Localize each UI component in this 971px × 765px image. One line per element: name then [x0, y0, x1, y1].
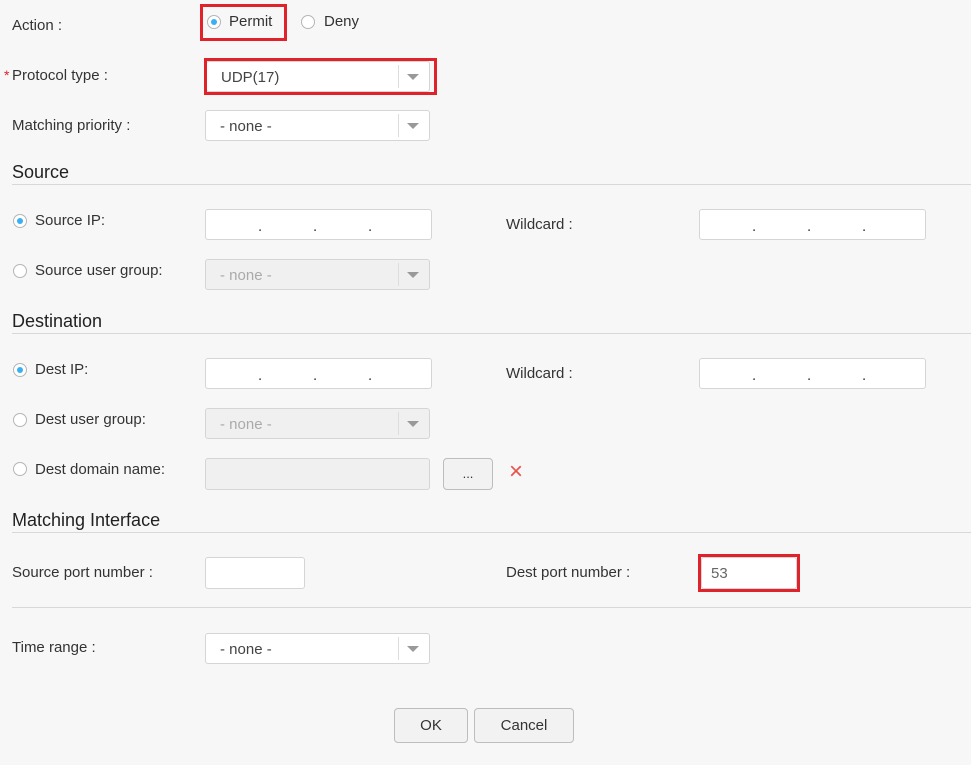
dest-domain-browse-button[interactable]: ...: [443, 458, 493, 490]
source-user-group-select[interactable]: - none -: [205, 259, 430, 290]
dest-domain-input[interactable]: [205, 458, 430, 490]
dest-ip-radio[interactable]: [13, 363, 27, 377]
dest-wildcard-input[interactable]: . . .: [699, 358, 926, 389]
source-divider: [12, 184, 971, 185]
ip-dot: .: [807, 367, 812, 384]
source-ip-label[interactable]: Source IP:: [35, 212, 105, 229]
ip-dot: .: [258, 218, 263, 235]
dest-ip-label[interactable]: Dest IP:: [35, 361, 88, 378]
chevron-down-icon: [407, 272, 419, 278]
source-port-input[interactable]: [205, 557, 305, 589]
deny-label[interactable]: Deny: [324, 13, 359, 30]
ip-dot: .: [313, 367, 318, 384]
ip-dot: .: [368, 218, 373, 235]
source-user-group-label[interactable]: Source user group:: [35, 262, 163, 279]
dest-ip-input[interactable]: . . .: [205, 358, 432, 389]
ip-dot: .: [752, 367, 757, 384]
required-mark: *: [4, 67, 10, 83]
deny-radio[interactable]: [301, 15, 315, 29]
dest-user-group-radio[interactable]: [13, 413, 27, 427]
ok-button[interactable]: OK: [394, 708, 468, 743]
matching-priority-value: - none -: [220, 118, 272, 135]
source-section-title: Source: [12, 162, 70, 182]
ip-dot: .: [752, 218, 757, 235]
dest-domain-label[interactable]: Dest domain name:: [35, 461, 165, 478]
dest-user-group-label[interactable]: Dest user group:: [35, 411, 146, 428]
source-wildcard-input[interactable]: . . .: [699, 209, 926, 240]
chevron-down-icon: [407, 646, 419, 652]
dest-user-group-value: - none -: [220, 416, 272, 433]
time-range-select[interactable]: - none -: [205, 633, 430, 664]
dest-domain-radio[interactable]: [13, 462, 27, 476]
time-range-value: - none -: [220, 641, 272, 658]
dest-port-highlight: [698, 554, 800, 592]
source-ip-radio[interactable]: [13, 214, 27, 228]
destination-section-title: Destination: [12, 311, 103, 331]
ip-dot: .: [807, 218, 812, 235]
permit-highlight: [200, 4, 287, 41]
protocol-type-label: Protocol type :: [12, 67, 108, 84]
time-range-label: Time range :: [12, 639, 96, 656]
source-ip-input[interactable]: . . .: [205, 209, 432, 240]
matching-interface-divider: [12, 532, 971, 533]
dest-port-label: Dest port number :: [506, 564, 631, 581]
source-user-group-value: - none -: [220, 267, 272, 284]
destination-divider: [12, 333, 971, 334]
action-label: Action :: [12, 17, 63, 34]
dest-user-group-select[interactable]: - none -: [205, 408, 430, 439]
chevron-down-icon: [407, 421, 419, 427]
time-range-divider: [12, 607, 971, 608]
cancel-button[interactable]: Cancel: [474, 708, 574, 743]
ip-dot: .: [258, 367, 263, 384]
ip-dot: .: [862, 218, 867, 235]
dest-wildcard-label: Wildcard :: [506, 365, 573, 382]
source-wildcard-label: Wildcard :: [506, 216, 573, 233]
ip-dot: .: [862, 367, 867, 384]
matching-priority-label: Matching priority :: [12, 117, 131, 134]
matching-priority-select[interactable]: - none -: [205, 110, 430, 141]
source-user-group-radio[interactable]: [13, 264, 27, 278]
source-port-label: Source port number :: [12, 564, 153, 581]
clear-icon[interactable]: ×: [509, 459, 523, 485]
protocol-highlight: [204, 58, 437, 95]
ip-dot: .: [313, 218, 318, 235]
ip-dot: .: [368, 367, 373, 384]
matching-interface-section-title: Matching Interface: [12, 510, 161, 530]
chevron-down-icon: [407, 123, 419, 129]
